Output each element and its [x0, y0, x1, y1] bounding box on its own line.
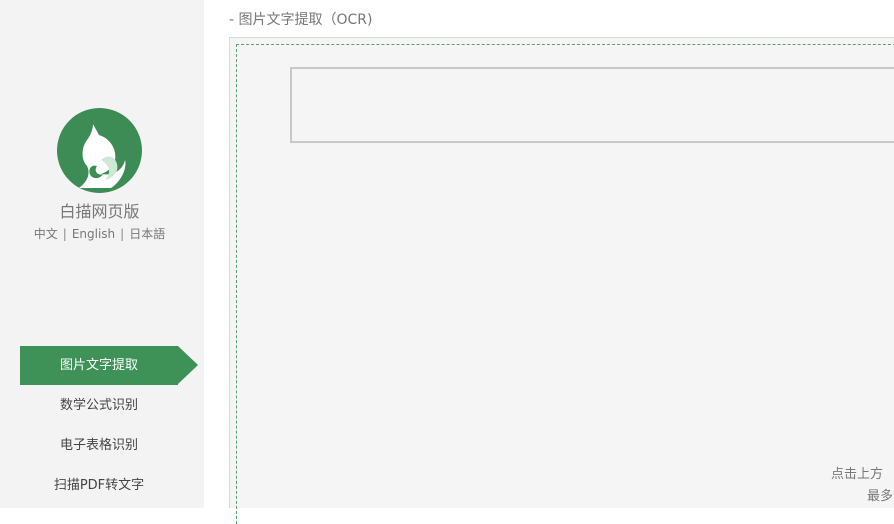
sidebar-nav: 图片文字提取 数学公式识别 电子表格识别 扫描PDF转文字	[0, 346, 204, 506]
lang-english-link[interactable]: English	[72, 227, 115, 241]
lang-chinese-link[interactable]: 中文	[34, 227, 58, 241]
active-arrow-icon	[178, 346, 198, 384]
work-area: 点击上方 最多	[229, 37, 894, 524]
upload-limit-hint: 最多	[867, 489, 894, 504]
sidebar-item-ocr[interactable]: 图片文字提取	[20, 346, 198, 385]
sidebar-item-label: 数学公式识别	[59, 398, 138, 413]
app-name: 白描网页版	[59, 202, 140, 221]
sidebar-item-formula[interactable]: 数学公式识别	[10, 386, 188, 425]
breadcrumb: - 图片文字提取（OCR)	[229, 12, 373, 28]
sidebar-item-pdf[interactable]: 扫描PDF转文字	[10, 466, 188, 505]
language-switcher: 中文 | English | 日本語	[0, 225, 199, 242]
lang-separator: |	[62, 227, 67, 241]
sidebar: 白描网页版 中文 | English | 日本語 图片文字提取 数学公式识别 电子表格识…	[0, 0, 204, 508]
cat-logo-icon	[57, 108, 142, 193]
sidebar-item-label: 扫描PDF转文字	[53, 478, 145, 493]
url-input-box[interactable]	[290, 67, 894, 143]
sidebar-item-spreadsheet[interactable]: 电子表格识别	[10, 426, 188, 465]
sidebar-item-label: 电子表格识别	[59, 438, 138, 453]
upload-hint: 点击上方	[831, 467, 884, 482]
lang-japanese-link[interactable]: 日本語	[129, 227, 165, 241]
lang-separator: |	[120, 227, 125, 241]
sidebar-item-label: 图片文字提取	[59, 358, 138, 373]
